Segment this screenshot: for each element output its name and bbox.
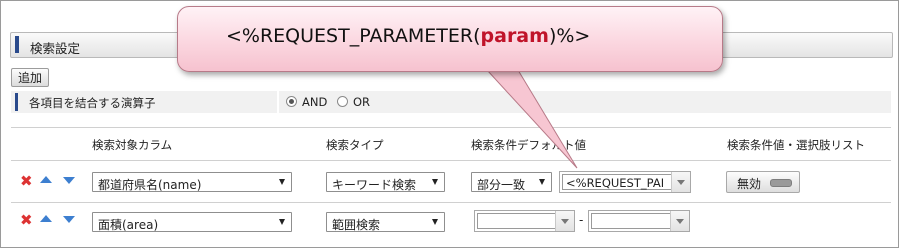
callout-suffix: )%>	[548, 25, 591, 47]
callout-prefix: <%REQUEST_PARAMETER(	[226, 25, 481, 47]
callout-param: param	[480, 25, 549, 47]
callout-text: <%REQUEST_PARAMETER(param)%>	[226, 25, 590, 47]
annotation-callout: <%REQUEST_PARAMETER(param)%>	[177, 6, 723, 72]
